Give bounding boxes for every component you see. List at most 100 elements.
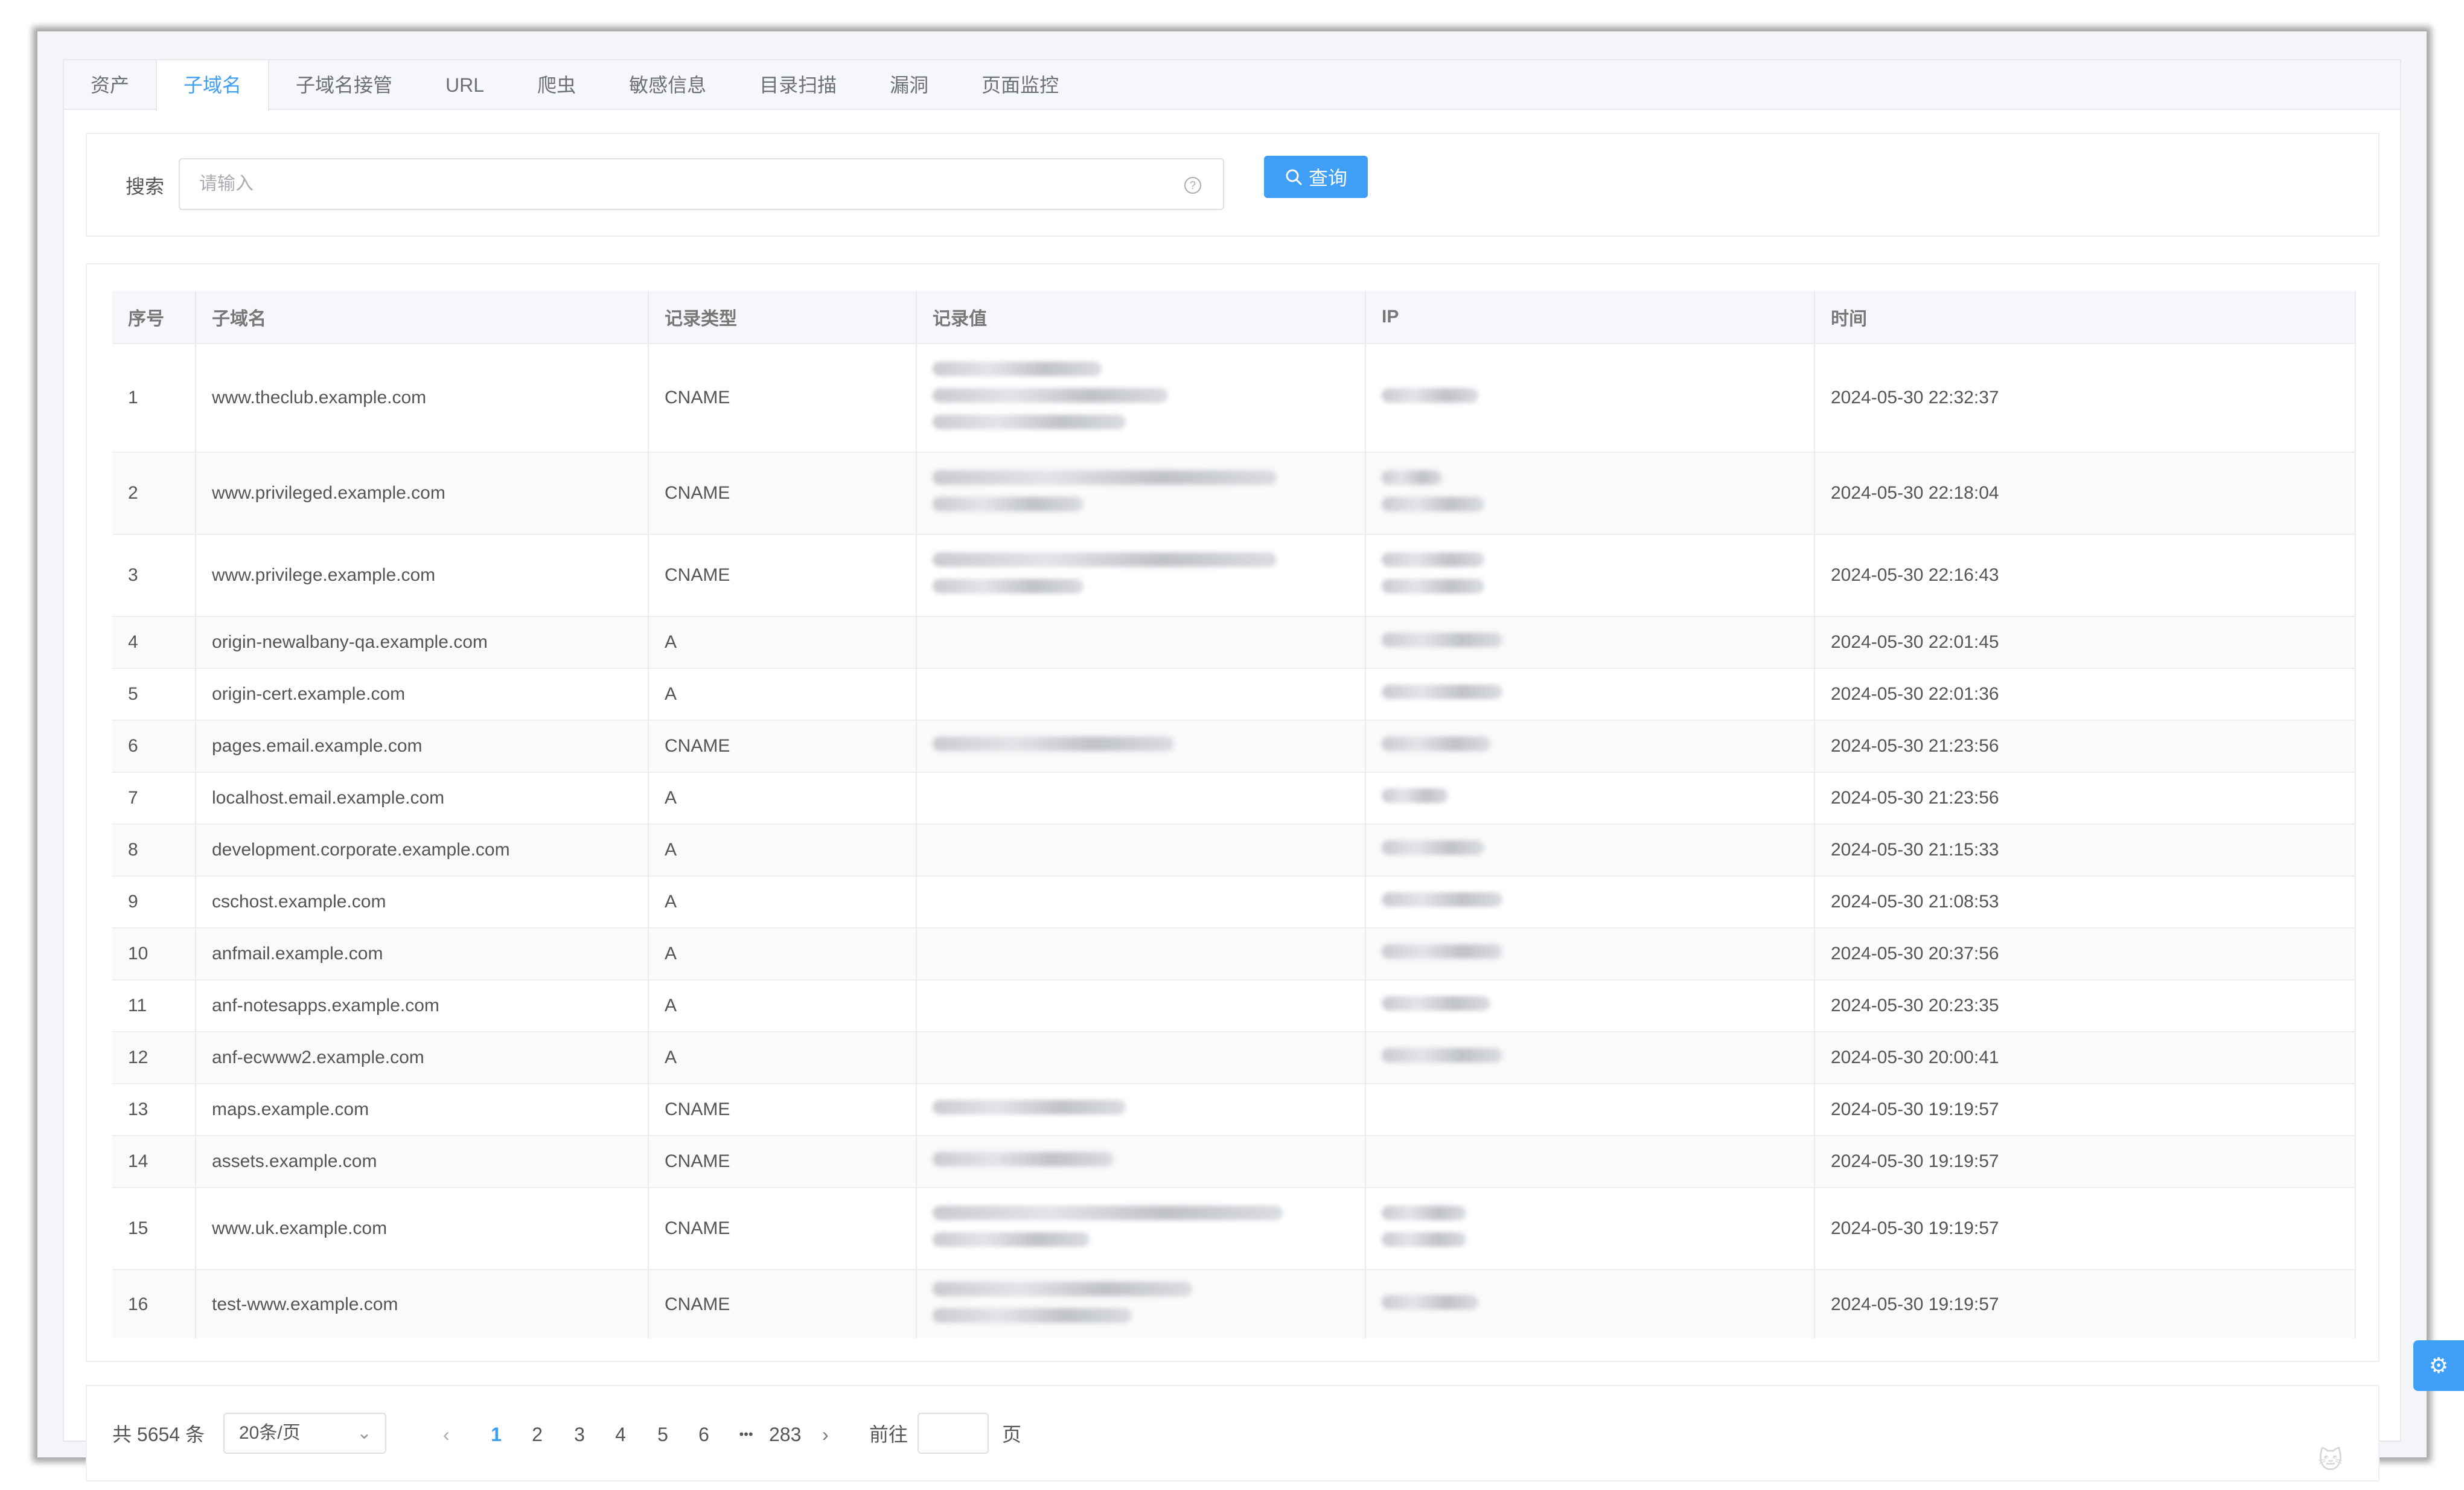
cell-subdomain: anfmail.example.com <box>196 927 649 980</box>
tab-subdomain[interactable]: 子域名 <box>156 60 270 111</box>
table-row[interactable]: 3 www.privilege.example.com CNAME 2024-0… <box>112 534 2356 616</box>
cell-time: 2024-05-30 19:19:57 <box>1814 1269 2356 1338</box>
cell-time: 2024-05-30 20:37:56 <box>1814 927 2356 980</box>
table-row[interactable]: 7 localhost.email.example.com A 2024-05-… <box>112 772 2356 824</box>
cell-time: 2024-05-30 19:19:57 <box>1814 1135 2356 1188</box>
page-1[interactable]: 1 <box>480 1386 512 1483</box>
tab-subdomain-takeover[interactable]: 子域名接管 <box>269 60 419 110</box>
cell-index: 14 <box>112 1135 196 1188</box>
next-page-icon[interactable]: › <box>822 1386 829 1483</box>
cell-type: A <box>648 979 917 1032</box>
query-button[interactable]: 查询 <box>1264 156 1368 198</box>
cell-index: 12 <box>112 1031 196 1084</box>
goto-label: 前往 <box>869 1424 908 1445</box>
cell-ip <box>1365 823 1815 876</box>
cell-index: 13 <box>112 1083 196 1136</box>
cell-ip <box>1365 927 1815 980</box>
help-icon[interactable]: ? <box>1184 177 1201 194</box>
cell-record-value <box>916 1083 1366 1136</box>
table-row[interactable]: 15 www.uk.example.com CNAME 2024-05-30 1… <box>112 1187 2356 1270</box>
table-row[interactable]: 5 origin-cert.example.com A 2024-05-30 2… <box>112 668 2356 720</box>
tab-page-monitor[interactable]: 页面监控 <box>955 60 1085 110</box>
tab-dir-scan[interactable]: 目录扫描 <box>733 60 863 110</box>
total-count: 共 5654 条 <box>112 1424 205 1445</box>
cell-subdomain: www.uk.example.com <box>196 1187 649 1270</box>
cell-subdomain: test-www.example.com <box>196 1269 649 1338</box>
search-input[interactable]: 请输入 ? <box>179 158 1224 210</box>
cell-ip <box>1365 772 1815 824</box>
tab-assets[interactable]: 资产 <box>64 60 156 110</box>
cell-record-value <box>916 616 1366 668</box>
cell-type: CNAME <box>648 1269 917 1338</box>
table-row[interactable]: 8 development.corporate.example.com A 20… <box>112 823 2356 876</box>
subdomain-table: 序号 子域名 记录类型 记录值 IP 时间 1 www.theclub.exam… <box>112 291 2356 1338</box>
search-icon <box>1286 169 1302 185</box>
table-row[interactable]: 11 anf-notesapps.example.com A 2024-05-3… <box>112 979 2356 1032</box>
col-record-type: 记录类型 <box>648 291 917 344</box>
page-size-value: 20条/页 <box>239 1423 301 1443</box>
cell-time: 2024-05-30 21:08:53 <box>1814 875 2356 928</box>
page-last[interactable]: 283 <box>769 1386 801 1483</box>
settings-button[interactable]: ⚙ <box>2413 1340 2464 1391</box>
cell-subdomain: assets.example.com <box>196 1135 649 1188</box>
table-row[interactable]: 6 pages.email.example.com CNAME 2024-05-… <box>112 720 2356 772</box>
cell-type: CNAME <box>648 1187 917 1270</box>
cell-subdomain: cschost.example.com <box>196 875 649 928</box>
cell-ip <box>1365 720 1815 772</box>
cell-time: 2024-05-30 20:23:35 <box>1814 979 2356 1032</box>
goto-page-input[interactable] <box>918 1413 989 1454</box>
tab-sensitive-info[interactable]: 敏感信息 <box>602 60 733 110</box>
table-row[interactable]: 1 www.theclub.example.com CNAME 2024-05-… <box>112 343 2356 452</box>
cell-type: A <box>648 668 917 720</box>
cell-record-value <box>916 452 1366 534</box>
page-3[interactable]: 3 <box>564 1386 595 1483</box>
table-row[interactable]: 10 anfmail.example.com A 2024-05-30 20:3… <box>112 927 2356 980</box>
prev-page-icon[interactable]: ‹ <box>443 1386 450 1483</box>
tab-vulnerability[interactable]: 漏洞 <box>863 60 955 110</box>
table-row[interactable]: 13 maps.example.com CNAME 2024-05-30 19:… <box>112 1083 2356 1136</box>
cell-index: 3 <box>112 534 196 616</box>
cell-time: 2024-05-30 21:15:33 <box>1814 823 2356 876</box>
table-row[interactable]: 4 origin-newalbany-qa.example.com A 2024… <box>112 616 2356 668</box>
search-placeholder: 请输入 <box>199 174 254 194</box>
table-row[interactable]: 9 cschost.example.com A 2024-05-30 21:08… <box>112 875 2356 928</box>
table-row[interactable]: 14 assets.example.com CNAME 2024-05-30 1… <box>112 1135 2356 1188</box>
cell-time: 2024-05-30 22:32:37 <box>1814 343 2356 452</box>
tab-url[interactable]: URL <box>419 60 511 110</box>
cell-subdomain: anf-ecwww2.example.com <box>196 1031 649 1084</box>
cell-subdomain: www.privilege.example.com <box>196 534 649 616</box>
page-6[interactable]: 6 <box>688 1386 720 1483</box>
cell-ip <box>1365 1135 1815 1188</box>
cell-type: A <box>648 1031 917 1084</box>
page-2[interactable]: 2 <box>522 1386 553 1483</box>
table-row[interactable]: 12 anf-ecwww2.example.com A 2024-05-30 2… <box>112 1031 2356 1084</box>
cell-record-value <box>916 772 1366 824</box>
cell-index: 5 <box>112 668 196 720</box>
chevron-down-icon: ⌄ <box>356 1423 372 1443</box>
cell-ip <box>1365 1031 1815 1084</box>
cell-index: 7 <box>112 772 196 824</box>
cell-index: 9 <box>112 875 196 928</box>
page-suffix: 页 <box>1002 1424 1022 1445</box>
cell-time: 2024-05-30 20:00:41 <box>1814 1031 2356 1084</box>
cell-ip <box>1365 616 1815 668</box>
tab-crawler[interactable]: 爬虫 <box>511 60 602 110</box>
cell-time: 2024-05-30 19:19:57 <box>1814 1083 2356 1136</box>
cell-time: 2024-05-30 21:23:56 <box>1814 772 2356 824</box>
more-pages-icon[interactable]: ••• <box>730 1386 762 1483</box>
page-5[interactable]: 5 <box>647 1386 678 1483</box>
main-panel: 资产 子域名 子域名接管 URL 爬虫 敏感信息 目录扫描 漏洞 页面监控 搜索… <box>63 59 2401 1482</box>
page-4[interactable]: 4 <box>605 1386 636 1483</box>
cell-time: 2024-05-30 22:01:45 <box>1814 616 2356 668</box>
page-size-select[interactable]: 20条/页 ⌄ <box>223 1413 386 1454</box>
cell-record-value <box>916 1187 1366 1270</box>
cell-record-value <box>916 1269 1366 1338</box>
cell-time: 2024-05-30 19:19:57 <box>1814 1187 2356 1270</box>
table-row[interactable]: 16 test-www.example.com CNAME 2024-05-30… <box>112 1269 2356 1338</box>
cell-type: A <box>648 616 917 668</box>
table-row[interactable]: 2 www.privileged.example.com CNAME 2024-… <box>112 452 2356 534</box>
cell-type: CNAME <box>648 452 917 534</box>
col-subdomain: 子域名 <box>196 291 649 344</box>
pagination: 共 5654 条 20条/页 ⌄ ‹ 1 2 3 4 5 6 ••• 283 ›… <box>86 1385 2379 1482</box>
cell-type: A <box>648 823 917 876</box>
